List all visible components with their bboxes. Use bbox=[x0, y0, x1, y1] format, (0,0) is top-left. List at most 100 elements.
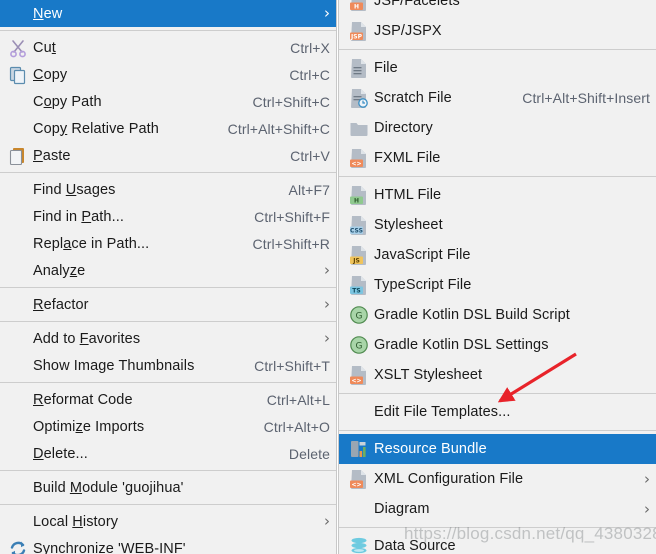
chevron-right-icon: › bbox=[324, 261, 330, 279]
menu-item-shortcut: Ctrl+Shift+T bbox=[254, 357, 330, 374]
jsf-file-icon: H bbox=[343, 0, 374, 12]
menu-item-find-in-path[interactable]: Find in Path... Ctrl+Shift+F bbox=[0, 203, 336, 230]
chevron-right-icon: › bbox=[324, 295, 330, 313]
menu-item-html-file[interactable]: H HTML File bbox=[339, 180, 656, 210]
menu-item-replace-in-path[interactable]: Replace in Path... Ctrl+Shift+R bbox=[0, 230, 336, 257]
icon-placeholder bbox=[3, 179, 33, 201]
menu-item-gradle-kotlin-dsl-settings[interactable]: G Gradle Kotlin DSL Settings bbox=[339, 330, 656, 360]
menu-item-directory[interactable]: Directory bbox=[339, 113, 656, 143]
menu-item-copy-relative-path[interactable]: Copy Relative Path Ctrl+Alt+Shift+C bbox=[0, 115, 336, 142]
file-icon bbox=[343, 57, 374, 79]
menu-item-shortcut: Ctrl+Shift+C bbox=[252, 93, 330, 110]
menu-separator bbox=[0, 504, 336, 505]
menu-item-label: Optimize Imports bbox=[33, 418, 145, 435]
menu-separator bbox=[339, 430, 656, 431]
menu-item-label: Data Source bbox=[374, 538, 456, 554]
menu-item-diagram[interactable]: Diagram › bbox=[339, 494, 656, 524]
chevron-right-icon: › bbox=[324, 4, 330, 22]
icon-placeholder bbox=[3, 233, 33, 255]
menu-item-analyze[interactable]: Analyze › bbox=[0, 257, 336, 284]
menu-item-shortcut: Alt+F7 bbox=[288, 181, 330, 198]
menu-item-new[interactable]: New › bbox=[0, 0, 336, 27]
xslt-file-icon: <> bbox=[343, 364, 374, 386]
fxml-file-icon: <> bbox=[343, 147, 374, 169]
icon-placeholder bbox=[343, 498, 374, 520]
menu-item-label: Copy bbox=[33, 66, 68, 83]
menu-item-label: Resource Bundle bbox=[374, 441, 487, 457]
menu-item-jsf-facelets[interactable]: H JSF/Facelets bbox=[339, 0, 656, 16]
database-icon bbox=[343, 535, 374, 554]
menu-separator bbox=[0, 470, 336, 471]
scissors-icon bbox=[3, 37, 33, 59]
menu-item-copy[interactable]: Copy Ctrl+C bbox=[0, 61, 336, 88]
scratch-file-icon bbox=[343, 87, 374, 109]
menu-item-xml-configuration-file[interactable]: <> XML Configuration File › bbox=[339, 464, 656, 494]
icon-placeholder bbox=[3, 294, 33, 316]
menu-item-edit-file-templates[interactable]: Edit File Templates... bbox=[339, 397, 656, 427]
menu-item-add-to-favorites[interactable]: Add to Favorites › bbox=[0, 325, 336, 352]
menu-item-typescript-file[interactable]: TS TypeScript File bbox=[339, 270, 656, 300]
menu-item-synchronize-web-inf[interactable]: Synchronize 'WEB-INF' bbox=[0, 535, 336, 554]
icon-placeholder bbox=[3, 206, 33, 228]
screenshot-root: New › Cut Ctrl+X Copy Ctrl+C Copy Path Ctrl+Shi… bbox=[0, 0, 656, 554]
icon-placeholder bbox=[343, 401, 374, 423]
menu-item-optimize-imports[interactable]: Optimize Imports Ctrl+Alt+O bbox=[0, 413, 336, 440]
chevron-right-icon: › bbox=[324, 512, 330, 530]
menu-item-label: Cut bbox=[33, 39, 56, 56]
menu-item-shortcut: Ctrl+Alt+Shift+Insert bbox=[522, 90, 650, 106]
menu-item-stylesheet[interactable]: CSS Stylesheet bbox=[339, 210, 656, 240]
menu-item-shortcut: Ctrl+Shift+F bbox=[254, 208, 330, 225]
clipboard-icon bbox=[3, 145, 33, 167]
menu-item-jsp-jspx[interactable]: JSP JSP/JSPX bbox=[339, 16, 656, 46]
menu-item-label: Add to Favorites bbox=[33, 330, 141, 347]
menu-item-reformat-code[interactable]: Reformat Code Ctrl+Alt+L bbox=[0, 386, 336, 413]
menu-item-scratch-file[interactable]: Scratch File Ctrl+Alt+Shift+Insert bbox=[339, 83, 656, 113]
menu-item-shortcut: Ctrl+Shift+R bbox=[252, 235, 330, 252]
menu-item-xslt-stylesheet[interactable]: <> XSLT Stylesheet bbox=[339, 360, 656, 390]
menu-item-label: Show Image Thumbnails bbox=[33, 357, 195, 374]
menu-item-gradle-kotlin-dsl-build-script[interactable]: G Gradle Kotlin DSL Build Script bbox=[339, 300, 656, 330]
menu-separator bbox=[0, 172, 336, 173]
chevron-right-icon: › bbox=[644, 499, 650, 518]
menu-separator bbox=[0, 287, 336, 288]
svg-text:G: G bbox=[355, 341, 362, 351]
menu-item-label: JavaScript File bbox=[374, 247, 471, 263]
menu-item-label: FXML File bbox=[374, 150, 441, 166]
menu-separator bbox=[339, 393, 656, 394]
menu-separator bbox=[0, 382, 336, 383]
jsp-file-icon: JSP bbox=[343, 20, 374, 42]
menu-item-show-image-thumbnails[interactable]: Show Image Thumbnails Ctrl+Shift+T bbox=[0, 352, 336, 379]
menu-item-label: XML Configuration File bbox=[374, 471, 524, 487]
menu-item-label: Synchronize 'WEB-INF' bbox=[33, 540, 186, 554]
menu-item-find-usages[interactable]: Find Usages Alt+F7 bbox=[0, 176, 336, 203]
menu-item-label: New bbox=[33, 5, 63, 22]
menu-item-data-source[interactable]: Data Source bbox=[339, 531, 656, 554]
icon-placeholder bbox=[3, 477, 33, 499]
menu-item-paste[interactable]: Paste Ctrl+V bbox=[0, 142, 336, 169]
xml-file-icon: <> bbox=[343, 468, 374, 490]
editor-context-menu: New › Cut Ctrl+X Copy Ctrl+C Copy Path Ctrl+Shi… bbox=[0, 0, 337, 554]
menu-item-cut[interactable]: Cut Ctrl+X bbox=[0, 34, 336, 61]
icon-placeholder bbox=[3, 118, 33, 140]
menu-item-copy-path[interactable]: Copy Path Ctrl+Shift+C bbox=[0, 88, 336, 115]
menu-item-label: Build Module 'guojihua' bbox=[33, 479, 184, 496]
icon-placeholder bbox=[3, 91, 33, 113]
menu-item-label: XSLT Stylesheet bbox=[374, 367, 483, 383]
menu-item-fxml-file[interactable]: <> FXML File bbox=[339, 143, 656, 173]
menu-item-label: Find in Path... bbox=[33, 208, 124, 225]
menu-item-refactor[interactable]: Refactor › bbox=[0, 291, 336, 318]
menu-item-delete[interactable]: Delete... Delete bbox=[0, 440, 336, 467]
menu-item-label: Copy Relative Path bbox=[33, 120, 159, 137]
menu-item-label: Directory bbox=[374, 120, 433, 136]
menu-item-shortcut: Ctrl+Alt+Shift+C bbox=[227, 120, 330, 137]
menu-item-local-history[interactable]: Local History › bbox=[0, 508, 336, 535]
menu-item-label: JSP/JSPX bbox=[374, 23, 442, 39]
menu-item-file[interactable]: File bbox=[339, 53, 656, 83]
menu-item-label: Find Usages bbox=[33, 181, 116, 198]
icon-placeholder bbox=[3, 355, 33, 377]
icon-placeholder bbox=[3, 389, 33, 411]
menu-item-javascript-file[interactable]: JS JavaScript File bbox=[339, 240, 656, 270]
menu-item-resource-bundle[interactable]: Resource Bundle bbox=[339, 434, 656, 464]
menu-item-build-module-guojihua[interactable]: Build Module 'guojihua' bbox=[0, 474, 336, 501]
html-file-icon: H bbox=[343, 184, 374, 206]
